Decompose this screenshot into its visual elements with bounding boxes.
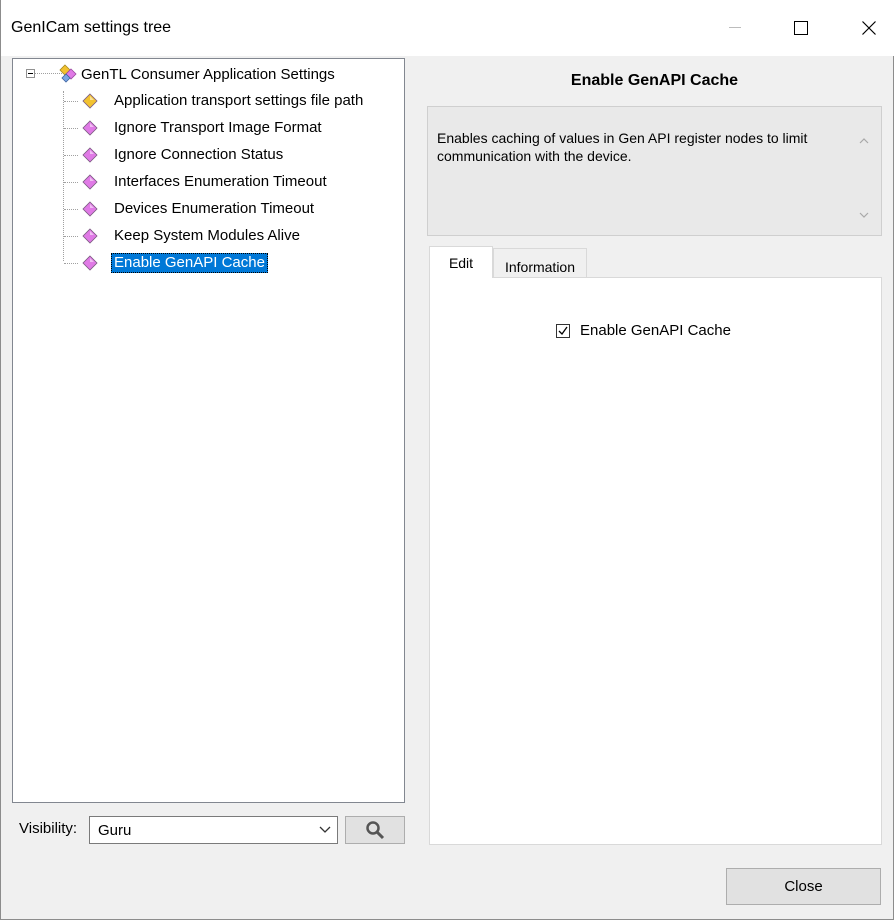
tree-item[interactable]: Interfaces Enumeration Timeout: [13, 170, 393, 194]
search-button[interactable]: [345, 816, 405, 844]
visibility-label: Visibility:: [19, 820, 78, 837]
tree-item-label[interactable]: Keep System Modules Alive: [111, 226, 303, 246]
tab-edit[interactable]: Edit: [429, 246, 493, 278]
pink-diamond-icon: [82, 201, 98, 217]
tree-item-label[interactable]: Ignore Transport Image Format: [111, 118, 325, 138]
tree-item[interactable]: Ignore Transport Image Format: [13, 116, 393, 140]
pink-diamond-icon: [82, 120, 98, 136]
scroll-down-icon[interactable]: [859, 211, 869, 219]
collapse-toggle[interactable]: [26, 69, 35, 78]
maximize-icon: [794, 21, 808, 35]
checkbox-label: Enable GenAPI Cache: [580, 322, 731, 339]
yellow-diamond-icon: [82, 93, 98, 109]
tree-item[interactable]: Ignore Connection Status: [13, 143, 393, 167]
tree-connector: [64, 182, 78, 183]
tree-item-label[interactable]: Enable GenAPI Cache: [111, 253, 268, 273]
minimize-icon: [729, 27, 741, 28]
details-heading: Enable GenAPI Cache: [570, 72, 739, 89]
tree-connector: [64, 236, 78, 237]
tree-item-label[interactable]: Devices Enumeration Timeout: [111, 199, 317, 219]
chevron-down-icon: [319, 826, 331, 833]
settings-tree[interactable]: GenTL Consumer Application Settings Appl…: [12, 58, 405, 803]
tree-item-label[interactable]: Application transport settings file path: [111, 91, 366, 111]
tree-item-label[interactable]: Ignore Connection Status: [111, 145, 286, 165]
minimize-button[interactable]: [709, 0, 761, 56]
pink-diamond-icon: [82, 228, 98, 244]
tab-information[interactable]: Information: [493, 248, 587, 278]
title-bar[interactable]: GenICam settings tree: [1, 0, 894, 56]
tree-item-label[interactable]: Interfaces Enumeration Timeout: [111, 172, 330, 192]
enable-genapi-cache-option[interactable]: Enable GenAPI Cache: [556, 322, 731, 339]
description-text: Enables caching of values in Gen API reg…: [437, 130, 808, 164]
maximize-button[interactable]: [775, 0, 827, 56]
tree-connector: [64, 263, 78, 264]
description-box[interactable]: Enables caching of values in Gen API reg…: [427, 106, 882, 236]
tree-connector: [64, 209, 78, 210]
close-icon: [862, 21, 876, 35]
category-icon: [59, 64, 77, 83]
visibility-value: Guru: [98, 822, 132, 839]
tree-connector: [64, 155, 78, 156]
pink-diamond-icon: [82, 174, 98, 190]
visibility-select[interactable]: Guru: [89, 816, 338, 844]
tree-connector: [64, 128, 78, 129]
tree-item[interactable]: Application transport settings file path: [13, 89, 393, 113]
scroll-up-icon[interactable]: [859, 137, 869, 145]
pink-diamond-icon: [82, 255, 98, 271]
tree-item[interactable]: Devices Enumeration Timeout: [13, 197, 393, 221]
tree-connector: [64, 101, 78, 102]
enable-genapi-cache-checkbox[interactable]: [556, 323, 570, 338]
tree-item[interactable]: Keep System Modules Alive: [13, 224, 393, 248]
edit-tab-panel: Enable GenAPI Cache: [429, 277, 882, 845]
search-icon: [366, 821, 385, 840]
close-window-button[interactable]: [843, 0, 894, 56]
tree-item[interactable]: Enable GenAPI Cache: [13, 251, 393, 275]
window-title: GenICam settings tree: [11, 19, 172, 36]
tree-root-label[interactable]: GenTL Consumer Application Settings: [81, 66, 335, 83]
settings-window: GenICam settings tree GenTL Consumer App…: [0, 0, 894, 920]
checkmark-icon: [558, 326, 568, 335]
pink-diamond-icon: [82, 147, 98, 163]
close-button[interactable]: Close: [726, 868, 881, 905]
